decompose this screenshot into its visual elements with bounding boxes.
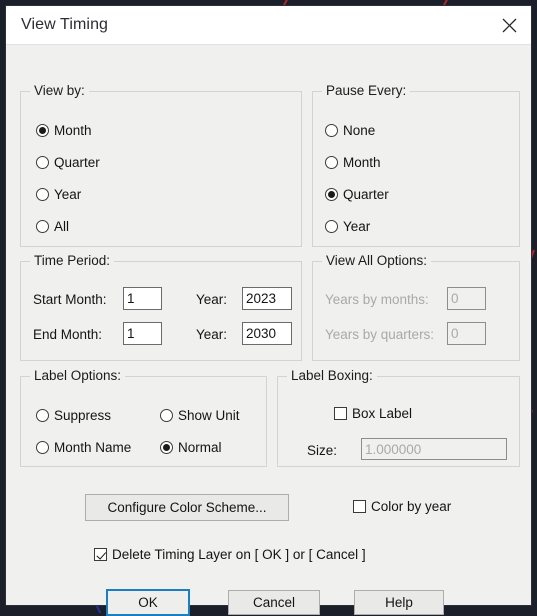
end-year-label: Year: xyxy=(196,327,227,342)
radio-label: Month xyxy=(343,155,381,170)
years-by-months-label: Years by months: xyxy=(325,292,429,307)
radio-view-by-year[interactable]: Year xyxy=(36,187,81,202)
label-boxing-group: Label Boxing: Box Label Size: xyxy=(277,376,520,467)
close-icon[interactable] xyxy=(487,6,531,44)
dialog-titlebar: View Timing xyxy=(6,6,531,45)
checkbox-indicator xyxy=(353,500,366,513)
view-by-legend: View by: xyxy=(30,83,89,98)
view-by-group: View by: Month Quarter Year All xyxy=(20,91,302,247)
radio-indicator xyxy=(36,441,49,454)
checkbox-delete-timing-layer[interactable]: Delete Timing Layer on [ OK ] or [ Cance… xyxy=(94,547,366,562)
checkbox-label: Delete Timing Layer on [ OK ] or [ Cance… xyxy=(112,547,366,562)
radio-label-normal[interactable]: Normal xyxy=(160,440,222,455)
radio-label-month-name[interactable]: Month Name xyxy=(36,440,131,455)
time-period-legend: Time Period: xyxy=(30,253,114,268)
label-options-group: Label Options: Suppress Show Unit Month … xyxy=(20,376,267,467)
radio-indicator xyxy=(325,124,338,137)
size-input xyxy=(361,438,507,460)
radio-indicator xyxy=(160,441,173,454)
time-period-group: Time Period: Start Month: Year: End Mont… xyxy=(20,261,302,361)
radio-label: None xyxy=(343,123,375,138)
years-by-quarters-input xyxy=(447,322,486,345)
radio-indicator xyxy=(325,188,338,201)
pause-every-legend: Pause Every: xyxy=(322,83,410,98)
size-label: Size: xyxy=(307,443,337,458)
radio-indicator xyxy=(36,220,49,233)
radio-label: Month xyxy=(54,123,92,138)
radio-indicator xyxy=(325,156,338,169)
start-year-label: Year: xyxy=(196,292,227,307)
end-year-input[interactable] xyxy=(242,322,292,345)
radio-label: Show Unit xyxy=(178,408,240,423)
years-by-quarters-label: Years by quarters: xyxy=(325,327,434,342)
radio-label: Quarter xyxy=(343,187,389,202)
radio-pause-quarter[interactable]: Quarter xyxy=(325,187,389,202)
radio-view-by-all[interactable]: All xyxy=(36,219,69,234)
help-button[interactable]: Help xyxy=(354,590,444,615)
dialog-body: View by: Month Quarter Year All Pause Ev… xyxy=(6,45,531,605)
configure-color-scheme-button[interactable]: Configure Color Scheme... xyxy=(85,494,289,521)
radio-label: All xyxy=(54,219,69,234)
dialog-title: View Timing xyxy=(21,16,108,34)
radio-label: Month Name xyxy=(54,440,131,455)
start-month-label: Start Month: xyxy=(33,292,107,307)
label-options-legend: Label Options: xyxy=(30,368,125,383)
view-all-options-legend: View All Options: xyxy=(322,253,431,268)
radio-indicator xyxy=(160,409,173,422)
radio-label: Suppress xyxy=(54,408,111,423)
pause-every-group: Pause Every: None Month Quarter Year xyxy=(312,91,520,247)
view-all-options-group: View All Options: Years by months: Years… xyxy=(312,261,520,361)
start-year-input[interactable] xyxy=(242,287,292,310)
radio-label: Normal xyxy=(178,440,222,455)
checkbox-color-by-year[interactable]: Color by year xyxy=(353,499,451,514)
checkbox-indicator xyxy=(94,548,107,561)
end-month-label: End Month: xyxy=(33,327,102,342)
radio-label: Quarter xyxy=(54,155,100,170)
radio-pause-none[interactable]: None xyxy=(325,123,375,138)
checkbox-label: Color by year xyxy=(371,499,451,514)
cancel-button[interactable]: Cancel xyxy=(228,590,320,615)
radio-indicator xyxy=(36,409,49,422)
radio-view-by-quarter[interactable]: Quarter xyxy=(36,155,100,170)
years-by-months-input xyxy=(447,287,486,310)
radio-indicator xyxy=(36,188,49,201)
radio-indicator xyxy=(36,124,49,137)
start-month-input[interactable] xyxy=(123,287,162,310)
label-boxing-legend: Label Boxing: xyxy=(287,368,377,383)
end-month-input[interactable] xyxy=(123,322,162,345)
radio-indicator xyxy=(36,156,49,169)
radio-label: Year xyxy=(54,187,81,202)
radio-label: Year xyxy=(343,219,370,234)
checkbox-box-label[interactable]: Box Label xyxy=(334,406,412,421)
checkbox-indicator xyxy=(334,407,347,420)
radio-label-suppress[interactable]: Suppress xyxy=(36,408,111,423)
radio-pause-year[interactable]: Year xyxy=(325,219,370,234)
checkbox-label: Box Label xyxy=(352,406,412,421)
radio-label-show-unit[interactable]: Show Unit xyxy=(160,408,240,423)
view-timing-dialog: View Timing View by: Month Quarter Year xyxy=(5,5,532,606)
radio-view-by-month[interactable]: Month xyxy=(36,123,92,138)
radio-indicator xyxy=(325,220,338,233)
radio-pause-month[interactable]: Month xyxy=(325,155,381,170)
ok-button[interactable]: OK xyxy=(106,589,190,616)
